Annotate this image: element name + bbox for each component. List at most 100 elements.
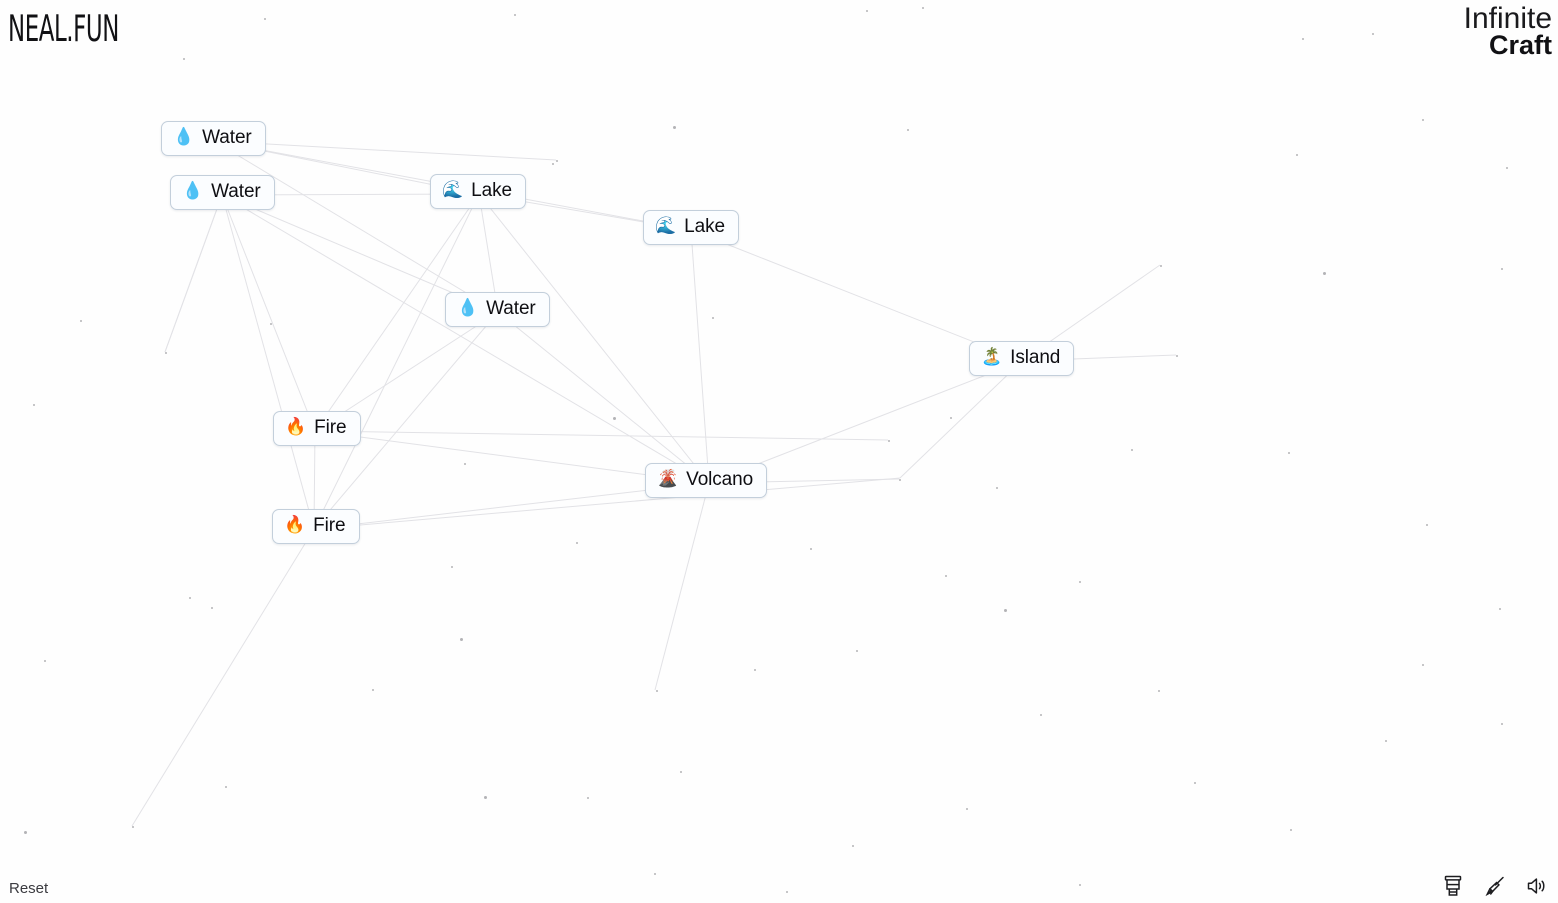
background-dot: [680, 771, 682, 773]
link-line: [654, 482, 710, 691]
element-node-label: Lake: [684, 216, 725, 237]
fire-icon: 🔥: [284, 515, 306, 536]
bottom-toolbar: [1440, 873, 1550, 899]
link-line: [164, 194, 223, 353]
background-dot: [786, 891, 788, 893]
element-node-lake-2[interactable]: 🌊 Lake: [643, 210, 739, 245]
background-dot: [165, 352, 167, 354]
element-node-water-1[interactable]: 💧 Water: [161, 121, 266, 156]
link-line: [213, 140, 499, 313]
background-dot: [866, 10, 868, 12]
element-node-label: Island: [1010, 347, 1061, 368]
background-dot: [856, 650, 858, 652]
background-dot: [1160, 265, 1162, 267]
background-dot: [211, 607, 213, 609]
background-dot: [372, 689, 374, 691]
island-icon: 🏝️: [981, 347, 1003, 368]
element-node-volcano-1[interactable]: 🌋 Volcano: [645, 463, 768, 498]
element-node-water-2[interactable]: 💧 Water: [170, 175, 275, 210]
background-dot: [132, 826, 134, 828]
element-node-label: Lake: [471, 180, 512, 201]
background-dot: [1131, 449, 1133, 451]
background-dot: [950, 417, 952, 419]
background-dot: [1079, 884, 1081, 886]
element-node-label: Water: [486, 298, 536, 319]
background-dot: [587, 797, 589, 799]
background-dot: [1302, 38, 1304, 40]
background-dot: [80, 320, 82, 322]
fire-icon: 🔥: [285, 417, 307, 438]
background-dot: [1296, 154, 1298, 156]
wave-icon: 🌊: [442, 180, 464, 201]
background-dot: [460, 638, 463, 641]
background-dot: [556, 160, 558, 162]
background-dot: [514, 14, 516, 16]
background-dot: [1290, 829, 1292, 831]
element-node-island-1[interactable]: 🏝️ Island: [969, 341, 1075, 376]
background-dot: [899, 479, 901, 481]
reset-button[interactable]: Reset: [7, 878, 50, 899]
link-line: [497, 311, 710, 484]
background-dot: [1501, 268, 1503, 270]
link-line: [899, 360, 1023, 479]
background-dot: [852, 845, 854, 847]
background-dot: [613, 417, 616, 420]
background-dot: [1426, 524, 1428, 526]
trash-bin-icon[interactable]: [1440, 873, 1466, 899]
background-dot: [1158, 690, 1160, 692]
background-dot: [888, 440, 890, 442]
background-dot: [1288, 452, 1290, 454]
background-dot: [33, 404, 35, 406]
link-line: [221, 194, 316, 432]
background-dot: [922, 7, 924, 9]
water-drop-icon: 💧: [173, 127, 195, 148]
background-dot: [1501, 723, 1503, 725]
element-node-label: Water: [202, 127, 252, 148]
background-dot: [654, 873, 656, 875]
background-dot: [576, 542, 578, 544]
game-title: Infinite Craft: [1464, 4, 1552, 59]
link-line: [314, 430, 889, 441]
element-node-label: Water: [211, 181, 261, 202]
background-dot: [44, 660, 46, 662]
background-dot: [270, 323, 272, 325]
background-dot: [225, 786, 227, 788]
background-dot: [1422, 664, 1424, 666]
background-dot: [673, 126, 676, 129]
link-line: [690, 229, 710, 484]
element-node-fire-1[interactable]: 🔥 Fire: [273, 411, 361, 446]
background-dot: [754, 669, 756, 671]
background-dot: [189, 597, 191, 599]
background-dot: [656, 690, 658, 692]
background-dot: [1004, 609, 1007, 612]
background-dot: [712, 317, 714, 319]
background-dot: [1323, 272, 1326, 275]
background-dot: [264, 18, 266, 20]
background-dot: [451, 566, 453, 568]
element-node-label: Fire: [313, 515, 346, 536]
element-node-label: Fire: [314, 417, 347, 438]
background-dot: [1385, 740, 1387, 742]
link-line: [131, 528, 315, 827]
link-line: [164, 194, 223, 353]
element-node-water-3[interactable]: 💧 Water: [445, 292, 550, 327]
element-node-lake-1[interactable]: 🌊 Lake: [430, 174, 526, 209]
volcano-icon: 🌋: [657, 469, 679, 490]
background-dot: [24, 831, 27, 834]
background-dot: [1499, 608, 1501, 610]
background-dot: [945, 575, 947, 577]
background-dot: [966, 808, 968, 810]
background-dot: [1422, 119, 1424, 121]
background-dot: [1372, 33, 1374, 35]
water-drop-icon: 💧: [457, 298, 479, 319]
background-dot: [1506, 167, 1508, 169]
speaker-volume-icon[interactable]: [1524, 873, 1550, 899]
element-node-fire-2[interactable]: 🔥 Fire: [272, 509, 360, 544]
water-drop-icon: 💧: [182, 181, 204, 202]
broom-icon[interactable]: [1482, 873, 1508, 899]
background-dot: [810, 548, 812, 550]
background-dot: [183, 58, 185, 60]
background-dot: [907, 129, 909, 131]
background-dot: [1176, 355, 1178, 357]
neal-fun-logo[interactable]: NEAL.FUN: [8, 8, 119, 50]
